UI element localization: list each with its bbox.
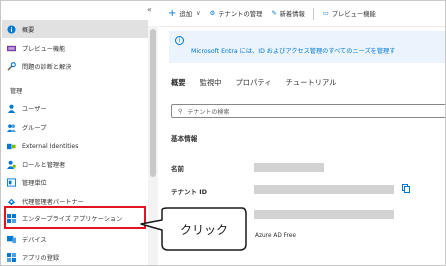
portal-window: « 概要 プレビュー機能 問題の診断と解決 管理 ユーザー グループ Exter… (0, 0, 446, 266)
tab-properties[interactable]: プロパティ (235, 78, 271, 88)
sidebar-section-manage: 管理 (10, 88, 23, 95)
manage-tenant-label: テナントの管理 (218, 11, 263, 18)
tab-monitoring[interactable]: 監視中 (200, 78, 222, 88)
wrench-icon (7, 61, 16, 71)
tab-bar: 概要 監視中 プロパティ チュートリアル (171, 78, 351, 88)
tab-tutorials[interactable]: チュートリアル (286, 78, 337, 88)
preview-features-button[interactable]: ▭ プレビュー機能 (323, 9, 376, 18)
devices-icon (7, 235, 16, 243)
sidebar-item-label: プレビュー機能 (22, 45, 66, 53)
whats-new-label: 新着情報 (279, 11, 305, 18)
name-value-redacted (254, 163, 324, 172)
preview-icon (7, 45, 16, 51)
sidebar-item-users[interactable]: ユーザー (2, 99, 148, 117)
sidebar-item-label: 管理単位 (22, 179, 47, 187)
gear-icon: ⚙ (209, 10, 216, 17)
app-registrations-icon (7, 252, 16, 262)
info-icon (7, 24, 16, 34)
sidebar-item-label: External Identities (22, 142, 79, 150)
add-button[interactable]: + 追加 ∨ (168, 8, 201, 19)
sidebar-item-label: ロールと管理者 (22, 161, 66, 169)
info-banner-link[interactable]: Microsoft Entra には、ID およびアクセス管理のすべてのニーズを… (191, 46, 395, 55)
click-callout: クリック (140, 207, 247, 251)
edit-icon: ✎ (271, 10, 277, 17)
basic-info-heading: 基本情報 (171, 135, 198, 143)
add-label: 追加 (179, 11, 192, 18)
name-label: 名前 (171, 165, 184, 173)
sidebar-item-label: グループ (22, 124, 47, 132)
sidebar-item-label: アプリの登録 (22, 254, 60, 262)
callout-text: クリック (180, 223, 228, 237)
copy-icon[interactable] (402, 184, 410, 193)
info-banner: i Microsoft Entra には、ID およびアクセス管理のすべてのニー… (169, 31, 445, 63)
tenant-search-input[interactable]: ⚲ テナントの検索 (171, 104, 445, 118)
domain-value-redacted (254, 210, 394, 219)
manage-tenant-button[interactable]: ⚙ テナントの管理 (210, 9, 263, 18)
admin-units-icon (7, 177, 16, 187)
partner-icon (7, 198, 16, 205)
preview-features-label: プレビュー機能 (331, 11, 376, 18)
search-placeholder: テナントの検索 (187, 108, 230, 116)
sidebar-item-admin-units[interactable]: 管理単位 (2, 173, 148, 191)
sidebar-item-preview[interactable]: プレビュー機能 (2, 39, 148, 57)
license-value: Azure AD Free (255, 233, 296, 239)
toolbar-divider (312, 7, 314, 20)
roles-icon (7, 160, 16, 169)
chevron-down-icon: ∨ (195, 10, 201, 17)
preview-icon: ▭ (322, 10, 329, 17)
external-identities-icon (7, 143, 16, 149)
plus-icon: + (168, 8, 177, 19)
search-icon: ⚲ (178, 107, 183, 115)
sidebar-item-label: ユーザー (22, 105, 47, 113)
collapse-sidebar-button[interactable]: « (147, 5, 152, 14)
enterprise-apps-highlight-box (4, 206, 146, 229)
user-icon (7, 104, 16, 113)
sidebar-item-label: デバイス (22, 236, 47, 244)
sidebar-item-roles[interactable]: ロールと管理者 (2, 155, 148, 173)
sidebar-item-external-identities[interactable]: External Identities (2, 137, 148, 155)
sidebar-item-devices[interactable]: デバイス (2, 230, 148, 248)
tab-overview[interactable]: 概要 (171, 78, 186, 88)
tenant-id-label: テナント ID (171, 188, 208, 196)
group-icon (7, 123, 16, 132)
sidebar-item-label: 代理管理者パートナー (22, 198, 84, 206)
tenant-id-value-redacted (254, 185, 394, 194)
sidebar-item-label: 概要 (22, 26, 35, 34)
sidebar-item-groups[interactable]: グループ (2, 118, 148, 136)
sidebar-item-diagnose[interactable]: 問題の診断と解決 (2, 57, 148, 75)
sidebar-scrollbar-thumb[interactable] (150, 29, 156, 177)
info-icon: i (175, 36, 184, 45)
sidebar-item-overview[interactable]: 概要 (2, 20, 148, 38)
command-bar: + 追加 ∨ ⚙ テナントの管理 ✎ 新着情報 ▭ プレビュー機能 (159, 1, 445, 27)
sidebar-item-app-registrations[interactable]: アプリの登録 (2, 248, 148, 265)
sidebar-item-label: 問題の診断と解決 (22, 63, 72, 71)
whats-new-button[interactable]: ✎ 新着情報 (271, 9, 304, 18)
